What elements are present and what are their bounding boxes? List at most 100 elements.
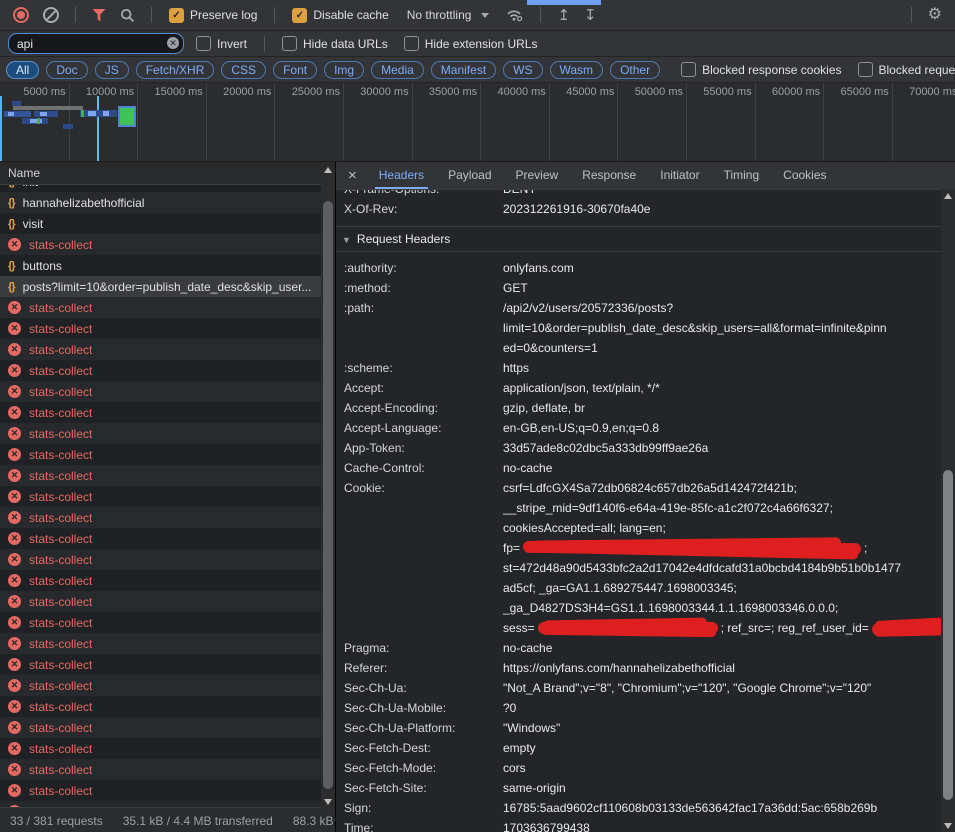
request-row[interactable]: {}init <box>0 185 335 192</box>
request-row[interactable]: ✕stats-collect <box>0 339 335 360</box>
blocked-request-icon: ✕ <box>8 238 21 251</box>
request-row[interactable]: {}visit <box>0 213 335 234</box>
request-row[interactable]: ✕stats-collect <box>0 297 335 318</box>
request-row[interactable]: ✕stats-collect <box>0 549 335 570</box>
checkbox[interactable] <box>404 36 419 51</box>
request-row[interactable]: ✕stats-collect <box>0 381 335 402</box>
header-value-line: GET <box>503 278 937 298</box>
request-row[interactable]: ✕stats-collect <box>0 675 335 696</box>
script-icon: {} <box>8 197 15 209</box>
request-row[interactable]: ✕stats-collect <box>0 402 335 423</box>
checkbox[interactable] <box>858 62 873 77</box>
tab-payload[interactable]: Payload <box>438 162 501 189</box>
headers-view: X-Frame-Options:DENYX-Of-Rev:20231226191… <box>336 190 955 832</box>
devtools-network-panel: ✓ Preserve log ✓ Disable cache No thrott… <box>0 0 955 832</box>
filter-chip-font[interactable]: Font <box>273 61 317 79</box>
invert-toggle[interactable]: Invert <box>196 36 247 51</box>
export-har-icon[interactable]: ↧ <box>584 8 597 23</box>
filter-chip-all[interactable]: All <box>6 61 39 79</box>
header-key: :method: <box>336 278 503 298</box>
tab-response[interactable]: Response <box>572 162 646 189</box>
scroll-down-arrow[interactable] <box>944 823 952 829</box>
filter-chip-fetch-xhr[interactable]: Fetch/XHR <box>136 61 215 79</box>
request-row[interactable]: ✕stats-collect <box>0 528 335 549</box>
network-conditions-icon[interactable] <box>506 8 524 22</box>
waterfall-overview[interactable]: 5000 ms10000 ms15000 ms20000 ms25000 ms3… <box>0 83 955 162</box>
overview-bar <box>13 106 83 110</box>
clear-button[interactable] <box>43 7 59 23</box>
name-column-header[interactable]: Name <box>0 162 335 185</box>
preserve-log-toggle[interactable]: ✓ Preserve log <box>169 8 257 23</box>
checkbox[interactable] <box>196 36 211 51</box>
request-row[interactable]: ✕stats-collect <box>0 780 335 801</box>
hide-extension-urls-toggle[interactable]: Hide extension URLs <box>404 36 538 51</box>
toggle-blocked-requests[interactable]: Blocked requests <box>858 62 955 77</box>
clear-filter-icon[interactable]: ✕ <box>167 37 179 49</box>
scrollbar-thumb[interactable] <box>943 470 953 800</box>
filter-chip-ws[interactable]: WS <box>503 61 542 79</box>
tab-preview[interactable]: Preview <box>506 162 569 189</box>
search-icon[interactable] <box>120 8 135 23</box>
filter-chip-wasm[interactable]: Wasm <box>550 61 604 79</box>
filter-chip-media[interactable]: Media <box>371 61 424 79</box>
request-row[interactable]: ✕stats-collect <box>0 486 335 507</box>
request-row[interactable]: ✕stats-collect <box>0 423 335 444</box>
filter-chip-img[interactable]: Img <box>324 61 364 79</box>
request-row[interactable]: ✕stats-collect <box>0 318 335 339</box>
tab-initiator[interactable]: Initiator <box>650 162 709 189</box>
filter-chip-doc[interactable]: Doc <box>46 61 87 79</box>
request-detail-pane: × HeadersPayloadPreviewResponseInitiator… <box>336 162 955 832</box>
header-key: X-Frame-Options: <box>336 190 503 199</box>
filter-icon[interactable] <box>92 9 106 22</box>
disable-cache-toggle[interactable]: ✓ Disable cache <box>292 8 388 23</box>
filter-chip-manifest[interactable]: Manifest <box>431 61 496 79</box>
scroll-up-arrow[interactable] <box>944 193 952 199</box>
header-row: X-Of-Rev:202312261916-30670fa40e <box>336 199 955 219</box>
checkbox[interactable] <box>282 36 297 51</box>
request-row[interactable]: ✕stats-collect <box>0 759 335 780</box>
throttling-select[interactable]: No throttling <box>407 8 472 22</box>
request-row[interactable]: ✕stats-collect <box>0 444 335 465</box>
scrollbar-thumb[interactable] <box>323 201 333 789</box>
request-row[interactable]: ✕stats-collect <box>0 360 335 381</box>
import-har-icon[interactable]: ↥ <box>557 8 570 23</box>
chevron-down-icon[interactable] <box>481 13 489 18</box>
request-row[interactable]: {}posts?limit=10&order=publish_date_desc… <box>0 276 335 297</box>
checkbox[interactable] <box>681 62 696 77</box>
timeline-tick-label: 35000 ms <box>402 86 477 98</box>
settings-gear-icon[interactable]: ⚙ <box>928 7 942 23</box>
filter-input[interactable] <box>8 33 184 54</box>
list-scrollbar[interactable] <box>321 162 335 808</box>
record-button[interactable] <box>13 7 29 23</box>
filter-chip-other[interactable]: Other <box>610 61 660 79</box>
tab-headers[interactable]: Headers <box>369 162 434 189</box>
scroll-up-arrow[interactable] <box>324 167 332 173</box>
request-row[interactable]: ✕stats-collect <box>0 465 335 486</box>
close-icon[interactable]: × <box>348 168 357 183</box>
request-row[interactable]: ✕stats-collect <box>0 570 335 591</box>
filter-chip-js[interactable]: JS <box>95 61 129 79</box>
hide-data-urls-toggle[interactable]: Hide data URLs <box>282 36 388 51</box>
checkbox[interactable]: ✓ <box>169 8 184 23</box>
request-row[interactable]: {}hannahelizabethofficial <box>0 192 335 213</box>
request-name: buttons <box>23 259 62 273</box>
request-row[interactable]: ✕stats-collect <box>0 654 335 675</box>
scroll-down-arrow[interactable] <box>324 799 332 805</box>
request-row[interactable]: ✕stats-collect <box>0 717 335 738</box>
request-row[interactable]: ✕stats-collect <box>0 612 335 633</box>
request-row[interactable]: ✕stats-collect <box>0 738 335 759</box>
request-row[interactable]: ✕stats-collect <box>0 234 335 255</box>
request-row[interactable]: ✕stats-collect <box>0 591 335 612</box>
request-row[interactable]: ✕stats-collect <box>0 507 335 528</box>
tab-timing[interactable]: Timing <box>714 162 770 189</box>
request-row[interactable]: ✕stats-collect <box>0 633 335 654</box>
toggle-blocked-response-cookies[interactable]: Blocked response cookies <box>681 62 841 77</box>
filter-chip-css[interactable]: CSS <box>221 61 266 79</box>
header-row: Sign:16785:5aad9602cf110608b03133de56364… <box>336 798 955 818</box>
request-row[interactable]: {}buttons <box>0 255 335 276</box>
detail-scrollbar[interactable] <box>941 189 955 832</box>
tab-cookies[interactable]: Cookies <box>773 162 836 189</box>
request-headers-section-header[interactable]: ▼Request Headers <box>336 227 955 252</box>
request-row[interactable]: ✕stats-collect <box>0 696 335 717</box>
checkbox[interactable]: ✓ <box>292 8 307 23</box>
